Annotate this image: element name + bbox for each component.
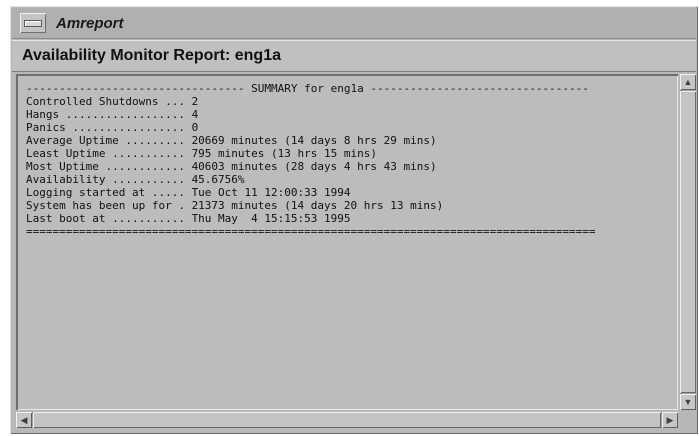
report-header: Availability Monitor Report: eng1a <box>12 40 696 72</box>
window-menu-icon <box>24 19 42 27</box>
scroll-right-arrow-icon: ▶ <box>666 414 674 425</box>
amreport-window: Amreport Availability Monitor Report: en… <box>10 6 698 434</box>
horizontal-scrollbar[interactable]: ◀ ▶ <box>16 412 678 428</box>
scroll-left-button[interactable]: ◀ <box>16 412 32 428</box>
report-line: System has been up for . 21373 minutes (… <box>26 199 444 212</box>
scroll-down-button[interactable]: ▼ <box>680 394 696 410</box>
window-title: Amreport <box>56 14 124 32</box>
report-line: --------------------------------- SUMMAR… <box>26 82 589 95</box>
vertical-scroll-thumb[interactable] <box>680 91 696 393</box>
report-heading: Availability Monitor Report: eng1a <box>22 47 281 64</box>
scroll-up-arrow-icon: ▲ <box>683 76 693 87</box>
report-text-area[interactable]: --------------------------------- SUMMAR… <box>16 74 678 410</box>
report-line: Panics ................. 0 <box>26 121 199 134</box>
vertical-scrollbar[interactable]: ▲ ▼ <box>680 74 696 410</box>
report-line: Availability ........... 45.6756% <box>26 173 245 186</box>
report-line: Logging started at ..... Tue Oct 11 12:0… <box>26 186 351 199</box>
scrollbar-corner <box>680 412 696 428</box>
scroll-down-arrow-icon: ▼ <box>683 396 693 407</box>
report-line: Most Uptime ............ 40603 minutes (… <box>26 160 437 173</box>
report-line: Average Uptime ......... 20669 minutes (… <box>26 134 437 147</box>
report-line: Hangs .................. 4 <box>26 108 199 121</box>
report-line: Last boot at ........... Thu May 4 15:15… <box>26 212 351 225</box>
scroll-right-button[interactable]: ▶ <box>662 412 678 428</box>
horizontal-scroll-thumb[interactable] <box>33 412 661 428</box>
report-text: --------------------------------- SUMMAR… <box>26 82 596 238</box>
report-line: Least Uptime ........... 795 minutes (13… <box>26 147 377 160</box>
report-line: ========================================… <box>26 225 596 238</box>
report-line: Controlled Shutdowns ... 2 <box>26 95 199 108</box>
window-menu-button[interactable] <box>20 13 46 33</box>
title-bar[interactable]: Amreport <box>12 8 696 39</box>
scroll-left-arrow-icon: ◀ <box>20 414 28 425</box>
scroll-up-button[interactable]: ▲ <box>680 74 696 90</box>
